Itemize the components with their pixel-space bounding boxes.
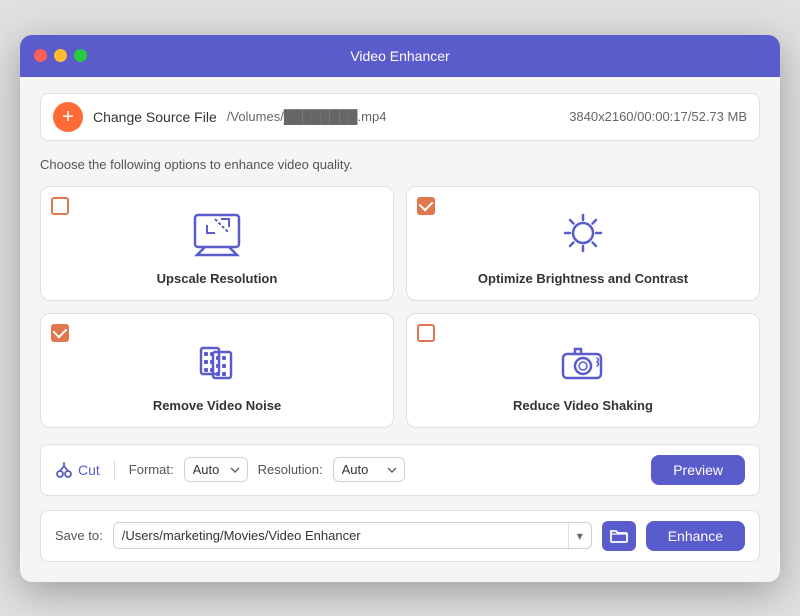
enhance-button[interactable]: Enhance: [646, 521, 745, 551]
brightness-label: Optimize Brightness and Contrast: [478, 271, 688, 286]
shaking-label: Reduce Video Shaking: [513, 398, 653, 413]
app-window: Video Enhancer + Change Source File /Vol…: [20, 35, 780, 582]
options-grid: Upscale Resolution: [40, 186, 760, 428]
folder-icon: [610, 528, 628, 544]
upscale-label: Upscale Resolution: [157, 271, 278, 286]
browse-folder-button[interactable]: [602, 521, 636, 551]
source-path: /Volumes/████████.mp4: [227, 109, 559, 124]
option-noise[interactable]: Remove Video Noise: [40, 313, 394, 428]
toolbar: Cut Format: Auto MP4 MOV AVI MKV Resolut…: [40, 444, 760, 496]
preview-button[interactable]: Preview: [651, 455, 745, 485]
toolbar-divider: [114, 460, 115, 480]
option-brightness[interactable]: Optimize Brightness and Contrast: [406, 186, 760, 301]
save-path-input[interactable]: [114, 523, 568, 548]
titlebar: Video Enhancer: [20, 35, 780, 77]
hint-text: Choose the following options to enhance …: [40, 157, 760, 172]
minimize-button[interactable]: [54, 49, 67, 62]
footer: Save to: ▾ Enhance: [40, 510, 760, 562]
window-title: Video Enhancer: [350, 48, 449, 64]
noise-checkbox[interactable]: [51, 324, 69, 342]
maximize-button[interactable]: [74, 49, 87, 62]
shaking-checkbox[interactable]: [417, 324, 435, 342]
noise-label: Remove Video Noise: [153, 398, 281, 413]
format-label: Format:: [129, 462, 174, 477]
source-info: 3840x2160/00:00:17/52.73 MB: [569, 109, 747, 124]
save-path-container: ▾: [113, 522, 592, 549]
option-upscale[interactable]: Upscale Resolution: [40, 186, 394, 301]
brightness-icon: [553, 211, 613, 259]
scissors-icon: [55, 461, 73, 479]
add-source-button[interactable]: +: [53, 102, 83, 132]
save-path-arrow[interactable]: ▾: [568, 524, 591, 548]
main-content: + Change Source File /Volumes/████████.m…: [20, 77, 780, 582]
source-bar: + Change Source File /Volumes/████████.m…: [40, 93, 760, 141]
option-shaking[interactable]: Reduce Video Shaking: [406, 313, 760, 428]
shaking-icon: [553, 338, 613, 386]
change-source-label: Change Source File: [93, 109, 217, 125]
upscale-icon: [187, 211, 247, 259]
close-button[interactable]: [34, 49, 47, 62]
brightness-checkbox[interactable]: [417, 197, 435, 215]
save-to-label: Save to:: [55, 528, 103, 543]
cut-label: Cut: [78, 462, 100, 478]
traffic-lights: [34, 49, 87, 62]
format-select[interactable]: Auto MP4 MOV AVI MKV: [184, 457, 248, 482]
upscale-checkbox[interactable]: [51, 197, 69, 215]
cut-button[interactable]: Cut: [55, 461, 100, 479]
noise-icon: [187, 338, 247, 386]
resolution-label: Resolution:: [258, 462, 323, 477]
resolution-select[interactable]: Auto 4K 1080P 720P 480P: [333, 457, 405, 482]
